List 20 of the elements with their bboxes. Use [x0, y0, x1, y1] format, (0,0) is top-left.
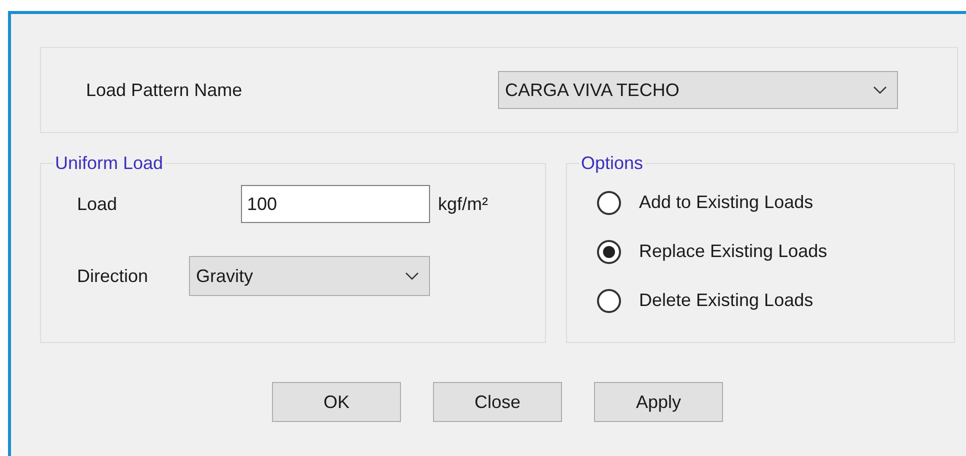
- group-title: Uniform Load: [54, 152, 164, 175]
- radio-button[interactable]: [597, 190, 621, 214]
- radio-option[interactable]: Add to Existing Loads: [597, 189, 954, 216]
- radio-button[interactable]: [597, 240, 621, 264]
- field-label: Load Pattern Name: [86, 78, 244, 102]
- dialog-button[interactable]: OK: [272, 382, 401, 422]
- radio-option[interactable]: Replace Existing Loads: [597, 238, 954, 265]
- chevron-down-icon: [405, 272, 419, 280]
- dialog-button[interactable]: Apply: [594, 382, 723, 422]
- field-label: Load: [77, 192, 118, 216]
- dialog-button[interactable]: Close: [433, 382, 562, 422]
- load-input[interactable]: 100: [241, 185, 430, 223]
- radio-button[interactable]: [597, 288, 621, 312]
- chevron-down-icon: [873, 86, 887, 94]
- radio-option[interactable]: Delete Existing Loads: [597, 287, 954, 314]
- group-title: Options: [580, 152, 644, 175]
- unit-label: kgf/m²: [438, 192, 488, 216]
- pattern-dropdown[interactable]: CARGA VIVA TECHO: [498, 71, 898, 109]
- direction-dropdown[interactable]: Gravity: [189, 256, 430, 296]
- field-label: Direction: [77, 264, 150, 288]
